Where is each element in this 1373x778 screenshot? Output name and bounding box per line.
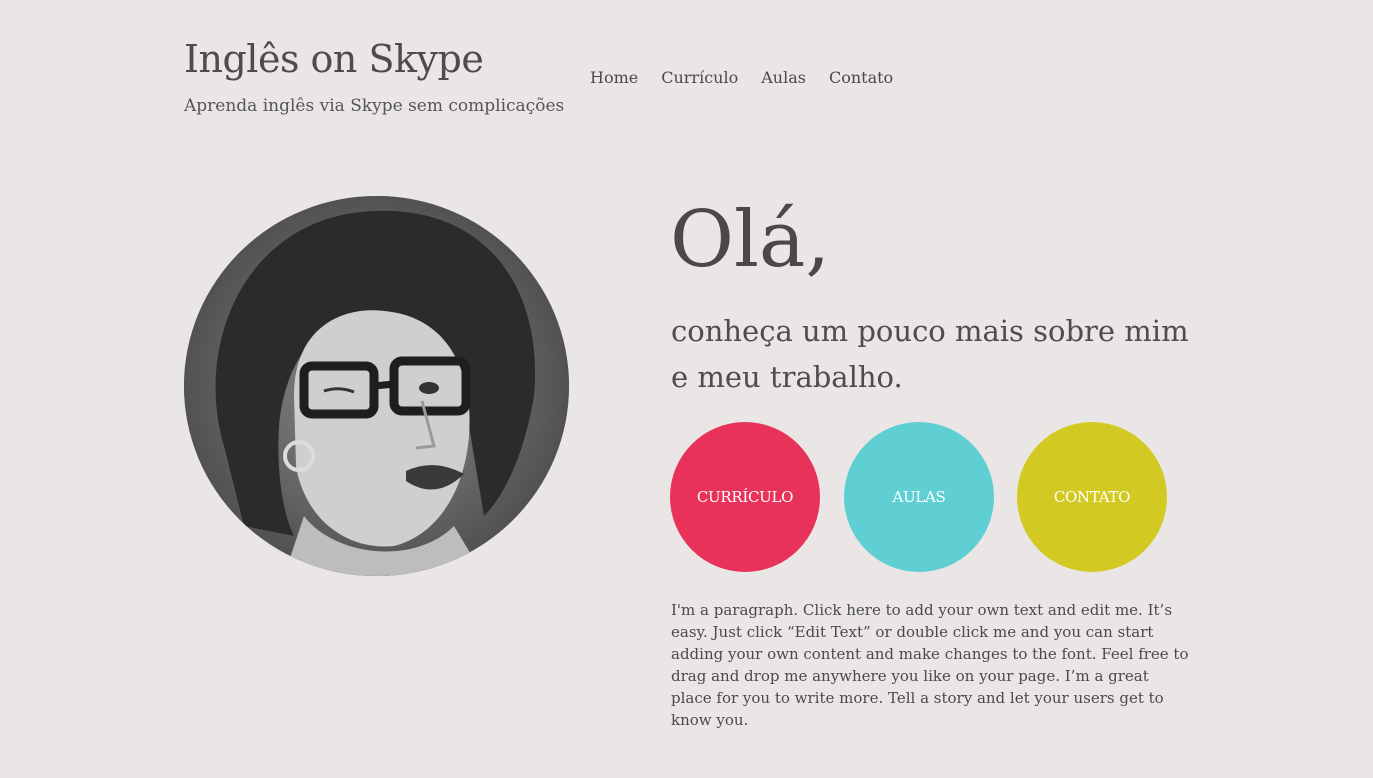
hero-greeting: Olá, <box>670 195 831 285</box>
nav-item-contato[interactable]: Contato <box>829 66 893 90</box>
intro-line-1: conheça um pouco mais sobre mim <box>671 314 1189 348</box>
nav-item-aulas[interactable]: Aulas <box>761 66 806 90</box>
hero-intro: conheça um pouco mais sobre mim e meu tr… <box>671 308 1231 400</box>
contato-button[interactable]: CONTATO <box>1017 422 1167 572</box>
site-subtitle: Aprenda inglês via Skype sem complicaçõe… <box>184 96 565 116</box>
main-nav: Home Currículo Aulas Contato <box>590 66 916 90</box>
nav-item-home[interactable]: Home <box>590 66 638 90</box>
nav-item-curriculo[interactable]: Currículo <box>661 66 738 90</box>
site-title[interactable]: Inglês on Skype <box>184 36 484 82</box>
intro-line-2: e meu trabalho. <box>671 360 903 394</box>
aulas-button[interactable]: AULAS <box>844 422 994 572</box>
profile-photo <box>184 196 569 576</box>
about-paragraph: I'm a paragraph. Click here to add your … <box>671 601 1189 729</box>
curriculo-button[interactable]: CURRÍCULO <box>670 422 820 572</box>
